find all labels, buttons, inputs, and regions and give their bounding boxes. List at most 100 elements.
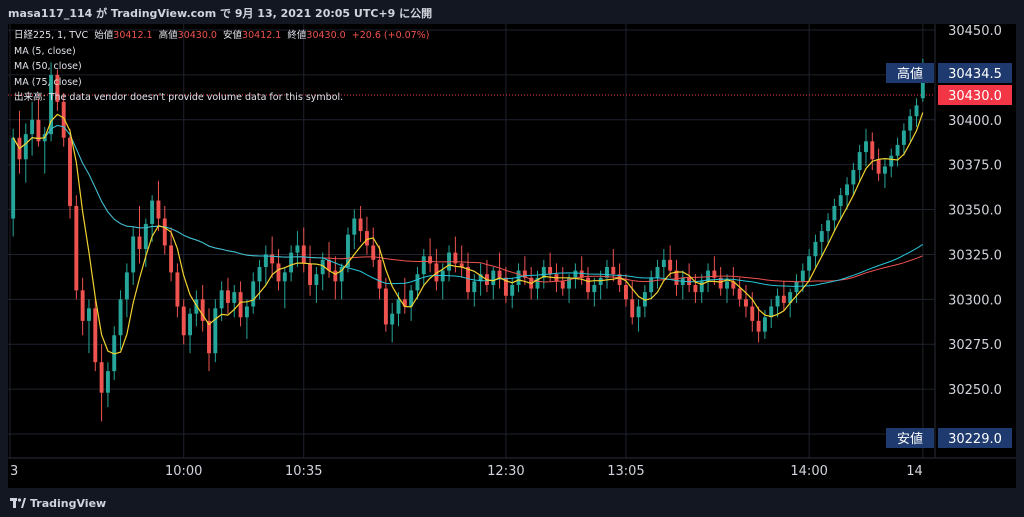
candle-body [560,281,565,289]
candle-body [699,281,704,293]
candle [592,277,597,307]
candle [105,362,110,408]
candle [232,284,237,318]
candle [74,195,79,300]
candle-body [592,284,597,293]
candle [11,128,16,237]
close-label: 終値 [287,30,307,41]
candle-body [870,141,875,160]
time-tick-label: 13:05 [607,464,644,479]
candle [270,236,275,278]
candle [819,223,824,257]
ma75-legend[interactable]: MA (75, close) [14,75,429,91]
time-tick-label: 10:35 [285,464,322,479]
candle [693,274,698,303]
last-price-value: 30430.0 [948,89,1002,104]
candle-body [169,245,174,273]
price-tick-label: 30375.0 [948,159,1002,174]
open-value: 30412.1 [113,30,153,41]
candle-body [162,218,167,246]
candle-body [282,272,287,282]
candle [769,299,774,329]
candle [162,205,167,255]
candle-body [725,281,729,289]
candle-body [251,281,256,307]
candle-body [807,256,812,271]
candle [832,198,837,232]
candle [428,238,433,273]
candle-body [137,236,142,250]
candle [794,274,799,303]
candle [80,277,85,336]
candle [383,277,388,332]
candle [87,299,91,354]
candle-body [333,270,338,282]
candle-body [813,241,818,257]
candle [251,272,256,314]
candle-body [80,290,85,321]
candle-body [649,277,654,293]
symbol-label[interactable]: 日経225, 1, TVC [14,30,88,41]
candle-body [661,259,666,268]
candle [295,231,300,268]
candle-body [364,231,369,246]
ma5-legend[interactable]: MA (5, close) [14,44,429,60]
candle-body [668,259,673,271]
candle-body [30,119,35,135]
candle [573,263,578,289]
candle [503,267,508,303]
candle [466,252,470,300]
publisher-bar: masa117_114 が TradingView.com で 9月 13, 2… [0,0,1024,24]
candle-body [314,274,319,285]
close-value: 30430.0 [306,30,346,41]
candle [706,263,711,293]
candle [225,277,230,314]
candle [99,344,104,422]
candle-body [630,299,635,318]
candle-body [876,159,881,174]
change-value: +20.6 (+0.07%) [351,30,430,41]
candle-body [99,362,104,393]
candle [36,98,41,147]
candle-body [586,277,590,293]
candle-body [826,220,831,232]
candle-body [750,306,755,321]
volume-note: 出来高: The data vendor doesn't provide vol… [14,92,344,103]
candle-body [908,116,913,131]
candle [156,180,161,232]
candle [124,263,129,318]
footer-brand[interactable]: TradingView [30,497,106,510]
price-tick-label: 30325.0 [948,248,1002,263]
candle [30,101,35,156]
candle [352,209,357,250]
candle-body [838,195,843,206]
candle-body [857,152,862,171]
candle [642,284,647,318]
candle-body [225,290,230,303]
candle [737,277,742,307]
candle [661,249,666,278]
ma50-legend[interactable]: MA (50, close) [14,59,429,75]
candle-body [819,231,824,242]
candles [11,58,925,422]
candle-body [491,270,496,285]
candle-body [219,290,224,309]
tradingview-logo-icon[interactable] [10,498,26,509]
price-tick-label: 30350.0 [948,204,1002,219]
chart-legend: 日経225, 1, TVC 始値30412.1 高値30430.0 安値3041… [14,28,429,106]
candle [497,252,502,289]
candle [371,227,376,268]
candle [889,148,894,178]
time-axis[interactable]: 3 10:00 10:35 12:30 13:05 14:00 14 [10,464,923,479]
time-tick-label: 14:00 [790,464,827,479]
candle [579,256,584,285]
candle [864,128,868,167]
high-label: 高値 [158,30,178,41]
price-tick-label: 30275.0 [948,338,1002,353]
candle-body [497,270,502,278]
candle-body [428,256,433,264]
candle [213,299,218,363]
price-tick-label: 30400.0 [948,114,1002,129]
candle [68,128,72,219]
candle-body [611,267,616,275]
